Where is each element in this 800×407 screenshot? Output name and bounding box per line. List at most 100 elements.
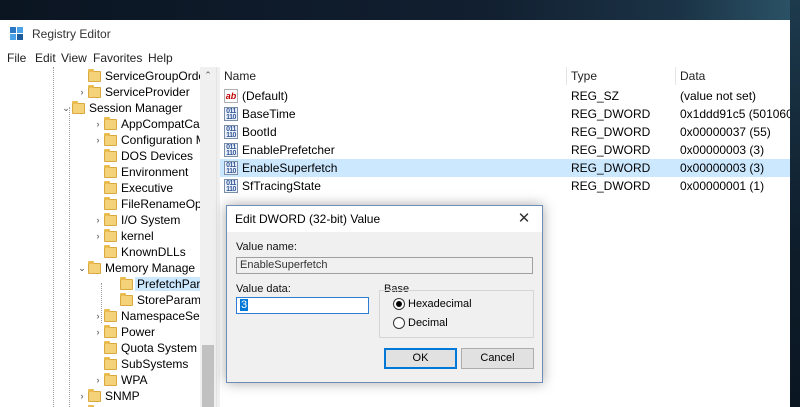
- dialog-title-bar[interactable]: Edit DWORD (32-bit) Value ✕: [227, 206, 542, 232]
- value-data: 0x00000037 (55): [680, 125, 771, 139]
- tree-item[interactable]: Quota System: [92, 340, 197, 356]
- value-data-text: 3: [240, 299, 249, 311]
- value-name: BaseTime: [242, 107, 296, 121]
- folder-icon: [104, 340, 117, 354]
- column-separator[interactable]: [675, 67, 676, 85]
- value-data: 0x00000003 (3): [680, 161, 765, 175]
- tree-item[interactable]: › ServiceProvider: [76, 84, 190, 100]
- registry-key-tree[interactable]: ServiceGroupOrder › ServiceProvider ⌄ Sessio…: [0, 67, 216, 407]
- value-data-input[interactable]: 3: [236, 297, 369, 314]
- tree-item-label: Memory Manage: [105, 261, 196, 275]
- value-type: REG_DWORD: [571, 143, 651, 157]
- chevron-right-icon[interactable]: ›: [76, 87, 88, 97]
- tree-item[interactable]: › kernel: [92, 228, 154, 244]
- scroll-up-icon[interactable]: ⌃: [200, 67, 216, 83]
- tree-item[interactable]: SubSystems: [92, 356, 188, 372]
- string-value-icon: ab: [224, 89, 238, 103]
- folder-icon: [88, 388, 101, 402]
- menu-favorites[interactable]: Favorites: [93, 51, 142, 65]
- tree-item[interactable]: KnownDLLs: [92, 244, 186, 260]
- value-row[interactable]: 011 110 BootId REG_DWORD 0x00000037 (55): [220, 123, 790, 141]
- value-name: EnablePrefetcher: [242, 143, 335, 157]
- tree-item-label: AppCompatCach: [121, 117, 213, 131]
- tree-item[interactable]: › Power: [92, 324, 155, 340]
- folder-icon: [104, 132, 117, 146]
- value-name-label: Value name:: [236, 241, 297, 253]
- column-separator[interactable]: [566, 67, 567, 85]
- folder-icon: [120, 276, 133, 290]
- decimal-radio[interactable]: Decimal: [393, 317, 448, 329]
- binary-value-icon: 011 110: [224, 143, 238, 157]
- value-name-field[interactable]: EnableSuperfetch: [236, 257, 533, 274]
- folder-icon: [104, 116, 117, 130]
- tree-item[interactable]: ⌄ Session Manager: [60, 100, 182, 116]
- tree-item[interactable]: › AppCompatCach: [92, 116, 212, 132]
- tree-item[interactable]: Executive: [92, 180, 173, 196]
- menu-edit[interactable]: Edit: [35, 51, 56, 65]
- tree-item-label: ServiceGroupOrder: [105, 69, 210, 83]
- menu-file[interactable]: File: [7, 51, 26, 65]
- value-row[interactable]: 011 110 EnablePrefetcher REG_DWORD 0x000000…: [220, 141, 790, 159]
- tree-item-label: SubSystems: [121, 357, 189, 371]
- tree-item[interactable]: › WPA: [92, 372, 147, 388]
- tree-item[interactable]: › NamespaceSepar: [92, 308, 216, 324]
- value-type: REG_DWORD: [571, 125, 651, 139]
- folder-icon: [104, 308, 117, 322]
- chevron-right-icon[interactable]: ›: [92, 327, 104, 337]
- value-row[interactable]: ab (Default) REG_SZ (value not set): [220, 87, 790, 105]
- tree-item[interactable]: › I/O System: [92, 212, 180, 228]
- column-header-name[interactable]: Name: [224, 69, 256, 83]
- chevron-right-icon[interactable]: ›: [92, 375, 104, 385]
- tree-item[interactable]: Environment: [92, 164, 188, 180]
- value-row[interactable]: 011 110 EnableSuperfetch REG_DWORD 0x000000…: [220, 159, 790, 177]
- folder-icon: [120, 292, 133, 306]
- tree-item[interactable]: FileRenameOpera: [92, 196, 216, 212]
- folder-icon: [104, 228, 117, 242]
- cancel-button[interactable]: Cancel: [461, 348, 534, 369]
- column-header-type[interactable]: Type: [571, 69, 597, 83]
- tree-item[interactable]: StoreParamet: [108, 292, 211, 308]
- folder-icon: [104, 212, 117, 226]
- folder-icon: [88, 68, 101, 82]
- tree-item[interactable]: ServiceGroupOrder: [76, 68, 209, 84]
- tree-item-label: Configuration Ma: [121, 133, 213, 147]
- binary-value-icon: 011 110: [224, 161, 238, 175]
- edit-dword-dialog: Edit DWORD (32-bit) Value ✕ Value name: …: [226, 205, 543, 383]
- chevron-right-icon[interactable]: ›: [92, 135, 104, 145]
- value-data: (value not set): [680, 89, 757, 103]
- title-bar[interactable]: Registry Editor: [0, 20, 790, 48]
- ok-button[interactable]: OK: [384, 348, 457, 369]
- scroll-thumb[interactable]: [202, 345, 214, 407]
- chevron-down-icon[interactable]: ⌄: [60, 103, 72, 114]
- tree-item[interactable]: DOS Devices: [92, 148, 193, 164]
- chevron-right-icon[interactable]: ›: [92, 215, 104, 225]
- tree-item-label: WPA: [121, 373, 148, 387]
- hexadecimal-label: Hexadecimal: [408, 298, 472, 310]
- folder-icon: [104, 372, 117, 386]
- value-data-label: Value data:: [236, 283, 291, 295]
- radio-unchecked-icon[interactable]: [393, 317, 405, 329]
- value-row[interactable]: 011 110 SfTracingState REG_DWORD 0x00000001…: [220, 177, 790, 195]
- folder-icon: [88, 84, 101, 98]
- binary-value-icon: 011 110: [224, 125, 238, 139]
- hexadecimal-radio[interactable]: Hexadecimal: [393, 298, 472, 310]
- value-row[interactable]: 011 110 BaseTime REG_DWORD 0x1ddd91c5 (5010…: [220, 105, 790, 123]
- tree-item-label: I/O System: [121, 213, 181, 227]
- column-header-data[interactable]: Data: [680, 69, 705, 83]
- chevron-right-icon[interactable]: ›: [92, 311, 104, 321]
- chevron-down-icon[interactable]: ⌄: [76, 263, 88, 274]
- menu-view[interactable]: View: [61, 51, 87, 65]
- chevron-right-icon[interactable]: ›: [76, 391, 88, 401]
- menu-help[interactable]: Help: [148, 51, 173, 65]
- tree-item[interactable]: › SNMP: [76, 388, 140, 404]
- tree-scrollbar[interactable]: ⌃: [200, 67, 216, 407]
- folder-icon: [104, 164, 117, 178]
- chevron-right-icon[interactable]: ›: [92, 231, 104, 241]
- tree-item[interactable]: › Configuration Ma: [92, 132, 212, 148]
- chevron-right-icon[interactable]: ›: [92, 119, 104, 129]
- value-name: BootId: [242, 125, 277, 139]
- close-icon[interactable]: ✕: [514, 209, 534, 229]
- tree-item[interactable]: ⌄ Memory Manage: [76, 260, 195, 276]
- radio-checked-icon[interactable]: [393, 298, 405, 310]
- tree-item-label: Quota System: [121, 341, 198, 355]
